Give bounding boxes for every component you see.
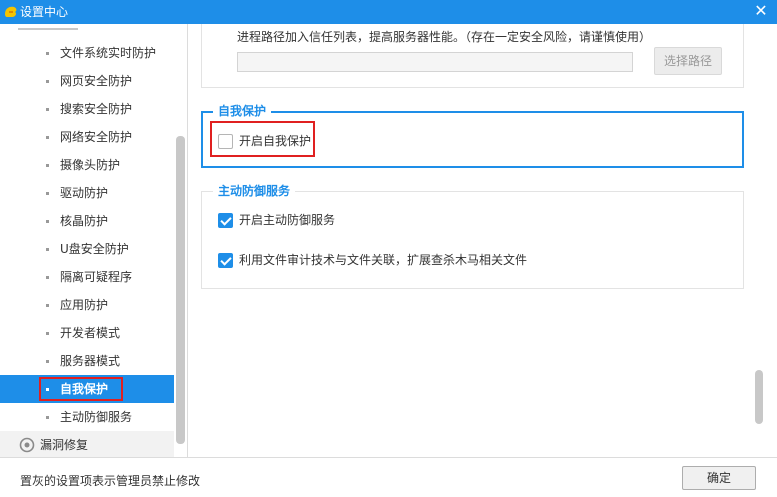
section-title: 主动防御服务	[213, 182, 296, 200]
repair-gear-icon	[19, 437, 35, 453]
sidebar-item-network-protect[interactable]: 网络安全防护	[0, 123, 174, 151]
sidebar-item-web-protect[interactable]: 网页安全防护	[0, 67, 174, 95]
sidebar-item-server-mode[interactable]: 服务器模式	[0, 347, 174, 375]
option-label: 开启主动防御服务	[239, 213, 336, 227]
settings-content: 进程路径加入信任列表，提高服务器性能。（存在一定安全风险，请谨慎使用） 选择路径…	[189, 24, 777, 457]
sidebar-item-label: 开发者模式	[60, 326, 121, 340]
bullet-icon	[46, 52, 49, 55]
sidebar-item-label: 应用防护	[60, 298, 109, 312]
trust-path-section: 进程路径加入信任列表，提高服务器性能。（存在一定安全风险，请谨慎使用） 选择路径	[201, 24, 744, 88]
bullet-icon	[46, 332, 49, 335]
sidebar-group-vuln-repair[interactable]: 漏洞修复	[0, 431, 174, 457]
bullet-icon	[46, 248, 49, 251]
bullet-icon	[46, 136, 49, 139]
bullet-icon	[46, 360, 49, 363]
sidebar-item-label: 文件系统实时防护	[60, 46, 157, 60]
sidebar-item-active-defense[interactable]: 主动防御服务	[0, 403, 174, 431]
sidebar-scroll-thumb[interactable]	[176, 136, 185, 444]
content-scrollbar[interactable]	[754, 24, 764, 457]
sidebar-item-quarantine[interactable]: 隔离可疑程序	[0, 263, 174, 291]
sidebar-item-core-crystal[interactable]: 核晶防护	[0, 207, 174, 235]
settings-sidebar: 文件系统实时防护 网页安全防护 搜索安全防护 网络安全防护 摄像头防护 驱动防护…	[0, 24, 188, 457]
bullet-icon	[46, 276, 49, 279]
section-title: 自我保护	[213, 102, 272, 120]
sidebar-item-label: 网络安全防护	[60, 130, 133, 144]
path-input[interactable]	[237, 52, 633, 72]
file-audit-checkbox[interactable]	[218, 253, 233, 268]
window-title: 设置中心	[20, 5, 69, 19]
section-border	[201, 191, 744, 289]
sidebar-item-label: 服务器模式	[60, 354, 121, 368]
option-label: 利用文件审计技术与文件关联，扩展查杀木马相关文件	[239, 253, 528, 267]
bullet-icon	[46, 220, 49, 223]
sidebar-item-label: 隔离可疑程序	[60, 270, 133, 284]
bullet-icon	[46, 192, 49, 195]
sidebar-item-label: 核晶防护	[60, 214, 109, 228]
app-logo-icon	[5, 6, 17, 18]
bullet-icon	[46, 108, 49, 111]
bullet-icon	[46, 416, 49, 419]
sidebar-group-label: 漏洞修复	[40, 438, 89, 452]
highlight-box	[210, 121, 315, 157]
highlight-box	[39, 377, 123, 401]
active-defense-checkbox[interactable]	[218, 213, 233, 228]
sidebar-item-label: 摄像头防护	[60, 158, 121, 172]
sidebar-item-label: 主动防御服务	[60, 410, 133, 424]
sidebar-item-app-protect[interactable]: 应用防护	[0, 291, 174, 319]
sidebar-item-label: 驱动防护	[60, 186, 109, 200]
sidebar-item-label: U盘安全防护	[60, 242, 129, 256]
ok-button[interactable]: 确定	[682, 466, 756, 490]
sidebar-scrollbar[interactable]	[176, 24, 185, 457]
sidebar-item-driver-protect[interactable]: 驱动防护	[0, 179, 174, 207]
sidebar-item-label: 网页安全防护	[60, 74, 133, 88]
title-bar: 设置中心 ✕	[0, 0, 777, 24]
close-icon[interactable]: ✕	[751, 1, 771, 21]
sidebar-item-self-protect[interactable]: 自我保护	[0, 375, 174, 403]
sidebar-item-file-realtime[interactable]: 文件系统实时防护	[0, 39, 174, 67]
footer-bar: 置灰的设置项表示管理员禁止修改 确定	[0, 457, 777, 497]
trust-path-description: 进程路径加入信任列表，提高服务器性能。（存在一定安全风险，请谨慎使用）	[237, 30, 652, 44]
sidebar-item-developer-mode[interactable]: 开发者模式	[0, 319, 174, 347]
select-path-button[interactable]: 选择路径	[654, 47, 722, 75]
sidebar-item-partial	[18, 24, 78, 30]
content-scroll-thumb[interactable]	[755, 370, 763, 424]
sidebar-item-usb-protect[interactable]: U盘安全防护	[0, 235, 174, 263]
sidebar-item-camera-protect[interactable]: 摄像头防护	[0, 151, 174, 179]
footer-note: 置灰的设置项表示管理员禁止修改	[20, 474, 201, 488]
sidebar-item-label: 搜索安全防护	[60, 102, 133, 116]
bullet-icon	[46, 304, 49, 307]
sidebar-item-search-protect[interactable]: 搜索安全防护	[0, 95, 174, 123]
active-defense-section: 主动防御服务 开启主动防御服务 利用文件审计技术与文件关联，扩展查杀木马相关文件	[201, 182, 744, 289]
bullet-icon	[46, 80, 49, 83]
bullet-icon	[46, 164, 49, 167]
